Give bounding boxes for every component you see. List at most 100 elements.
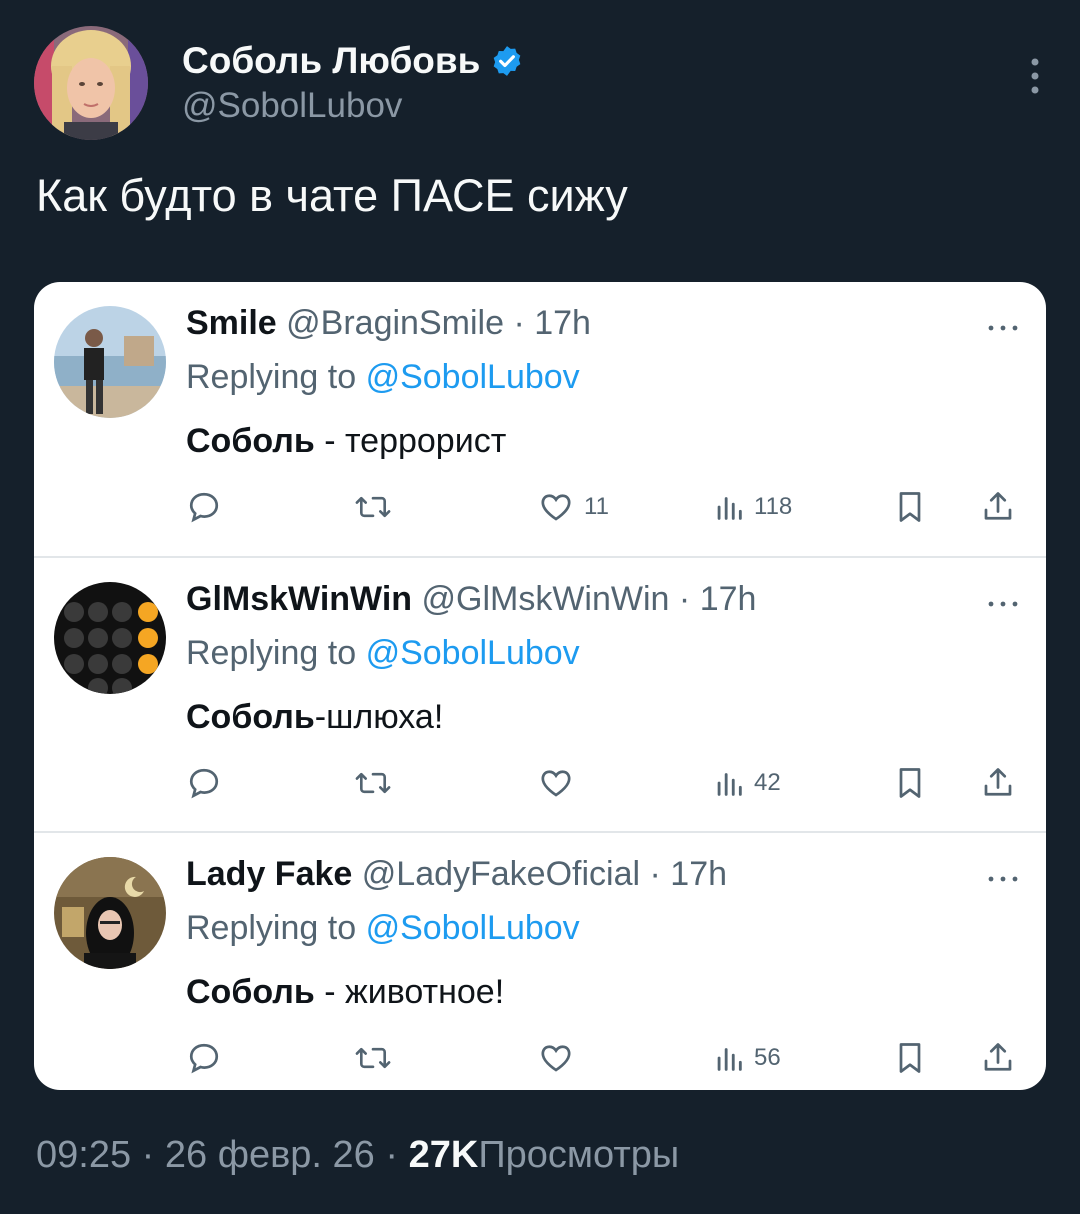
views-button[interactable]: 42 [714,758,781,808]
like-icon [541,494,571,521]
share-button[interactable] [980,482,1016,532]
author-avatar[interactable] [34,26,148,140]
replying-to: Replying to @SobolLubov [186,358,580,397]
reply-avatar[interactable] [54,582,166,694]
author-name-row[interactable]: Соболь Любовь [182,40,524,82]
reply-avatar[interactable] [54,306,166,418]
action-bar: 56 [186,1033,1026,1083]
views-count: 42 [754,769,781,796]
retweet-icon [355,772,391,794]
retweet-icon [355,496,391,518]
more-icon[interactable] [986,320,1020,331]
reply-time[interactable]: 17h [534,304,591,342]
bookmark-button[interactable] [894,482,926,532]
retweet-button[interactable] [354,482,392,532]
total-views-count: 27K [408,1134,479,1176]
more-icon[interactable] [986,871,1020,882]
replying-to: Replying to @SobolLubov [186,634,580,673]
reply-author-name[interactable]: GlMskWinWin [186,580,412,618]
replying-mention[interactable]: @SobolLubov [366,909,580,947]
reply-icon [189,492,219,523]
bookmark-icon [899,492,921,522]
share-icon [984,1043,1012,1071]
reply-author-name[interactable]: Lady Fake [186,855,352,893]
views-count: 118 [754,493,793,520]
reply-icon [189,1043,219,1074]
reply-button[interactable] [186,758,222,808]
tweet-text: Как будто в чате ПАСЕ сижу [36,170,628,221]
tweet-footer: 09:25 · 26 февр. 26 · 27KПросмотры [36,1134,679,1177]
share-button[interactable] [980,758,1016,808]
views-icon [717,773,742,796]
views-icon [717,1048,742,1071]
reply-text: Соболь - животное! [186,973,504,1012]
verified-icon [490,44,524,78]
reply-header: Lady Fake @LadyFakeOficial · 17h [186,855,727,894]
author-handle[interactable]: @SobolLubov [182,86,402,126]
action-bar: 42 [186,758,1026,808]
reply-text-rest: - террорист [314,422,507,460]
like-icon [541,1045,571,1072]
replying-prefix: Replying to [186,909,357,947]
replying-mention[interactable]: @SobolLubov [366,358,580,396]
separator: · [678,580,691,618]
replying-prefix: Replying to [186,634,357,672]
post-time[interactable]: 09:25 [36,1134,131,1176]
bookmark-button[interactable] [894,758,926,808]
bookmark-icon [899,768,921,798]
action-bar: 11 118 [186,482,1026,532]
like-button[interactable]: 11 [538,482,609,532]
tweet-header: Соболь Любовь @SobolLubov [34,26,1046,144]
reply-header: Smile @BraginSmile · 17h [186,304,591,343]
reply-text-rest: -шлюха! [314,698,444,736]
separator: · [141,1134,155,1176]
reply-header: GlMskWinWin @GlMskWinWin · 17h [186,580,756,619]
views-button[interactable]: 56 [714,1033,781,1083]
like-count: 11 [584,493,609,520]
bookmark-button[interactable] [894,1033,926,1083]
like-button[interactable] [538,1033,584,1083]
reply-handle[interactable]: @GlMskWinWin [422,580,670,618]
reply-item: Smile @BraginSmile · 17h Replying to @So… [34,282,1046,556]
reply-time[interactable]: 17h [700,580,757,618]
share-icon [984,492,1012,520]
like-button[interactable] [538,758,584,808]
share-button[interactable] [980,1033,1016,1083]
reply-handle[interactable]: @LadyFakeOficial [362,855,640,893]
views-count: 56 [754,1044,781,1071]
share-icon [984,768,1012,796]
separator: · [649,855,661,893]
views-icon [717,497,742,520]
retweet-icon [355,1047,391,1069]
reply-handle[interactable]: @BraginSmile [286,304,504,342]
reply-time[interactable]: 17h [670,855,727,893]
post-date[interactable]: 26 февр. 26 [165,1134,375,1176]
replying-mention[interactable]: @SobolLubov [366,634,580,672]
replying-to: Replying to @SobolLubov [186,909,580,948]
reply-text: Соболь - террорист [186,422,506,461]
more-icon[interactable] [1028,56,1042,96]
reply-text-bold: Соболь [186,698,315,736]
more-icon[interactable] [986,596,1020,607]
reply-button[interactable] [186,1033,222,1083]
reply-item: GlMskWinWin @GlMskWinWin · 17h Replying … [34,556,1046,832]
replying-prefix: Replying to [186,358,357,396]
like-icon [541,770,571,797]
reply-text-rest: - животное! [314,973,505,1011]
reply-item: Lady Fake @LadyFakeOficial · 17h Replyin… [34,831,1046,1090]
reply-author-name[interactable]: Smile [186,304,277,342]
separator: · [385,1134,399,1176]
reply-text: Соболь-шлюха! [186,698,443,737]
retweet-button[interactable] [354,758,392,808]
separator: · [513,304,525,342]
embedded-screenshot-card: Smile @BraginSmile · 17h Replying to @So… [34,282,1046,1090]
views-label: Просмотры [478,1134,680,1176]
bookmark-icon [899,1043,921,1073]
reply-avatar[interactable] [54,857,166,969]
views-button[interactable]: 118 [714,482,792,532]
author-name[interactable]: Соболь Любовь [182,40,480,82]
retweet-button[interactable] [354,1033,392,1083]
reply-button[interactable] [186,482,222,532]
reply-icon [189,768,219,799]
reply-text-bold: Соболь [186,422,315,460]
